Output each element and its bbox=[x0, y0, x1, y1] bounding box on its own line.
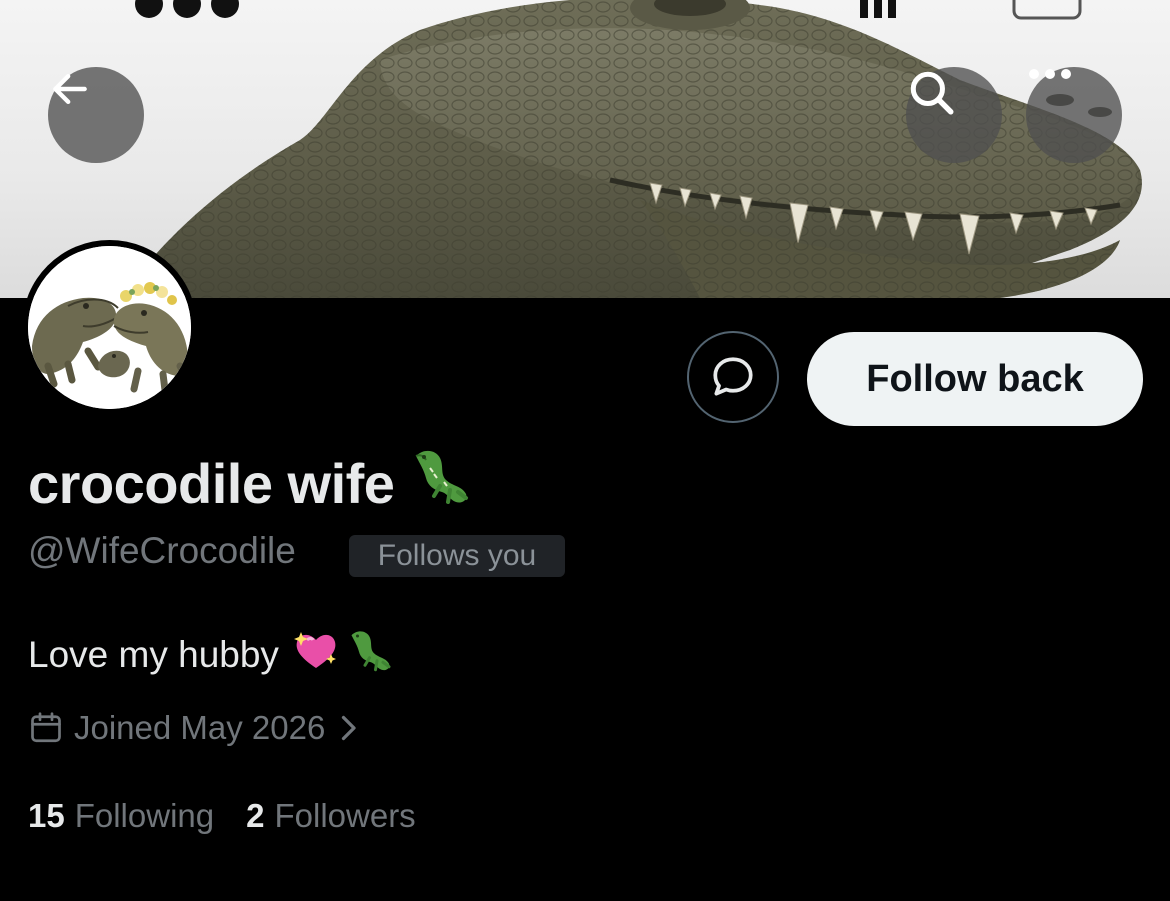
cellular-signal-icon bbox=[860, 0, 896, 18]
sparkling-heart-emoji-icon bbox=[293, 628, 339, 683]
arrow-left-icon bbox=[53, 73, 87, 105]
profile-banner[interactable] bbox=[0, 0, 1170, 298]
message-button[interactable] bbox=[687, 331, 779, 423]
crocodile-banner-image bbox=[120, 0, 1142, 298]
joined-text: Joined May 2026 bbox=[74, 709, 326, 746]
followers-count: 2 bbox=[246, 797, 265, 834]
profile-bio: Love my hubby bbox=[28, 630, 395, 680]
battery-icon bbox=[1012, 0, 1082, 20]
status-bar-time bbox=[135, 0, 239, 18]
profile-avatar[interactable] bbox=[22, 240, 197, 415]
more-options-button[interactable] bbox=[1026, 67, 1122, 163]
followers-label: Followers bbox=[274, 797, 416, 834]
display-name-text: crocodile wife bbox=[28, 451, 395, 515]
display-name: crocodile wife bbox=[28, 448, 474, 518]
more-horizontal-icon bbox=[1029, 69, 1071, 79]
follow-back-button[interactable]: Follow back bbox=[807, 332, 1143, 426]
message-bubble-icon bbox=[713, 357, 753, 396]
crocodile-emoji-icon bbox=[347, 627, 395, 684]
back-button[interactable] bbox=[48, 67, 144, 163]
avatar-image bbox=[28, 246, 191, 409]
crocodile-emoji-icon bbox=[410, 446, 474, 521]
chevron-right-icon bbox=[337, 713, 359, 743]
followers-link[interactable]: 2 Followers bbox=[246, 797, 416, 835]
search-icon bbox=[910, 71, 954, 115]
following-label: Following bbox=[74, 797, 215, 834]
follow-stats: 15 Following 2 Followers bbox=[28, 794, 416, 838]
joined-date[interactable]: Joined May 2026 bbox=[28, 706, 359, 750]
calendar-icon bbox=[28, 710, 64, 746]
search-button[interactable] bbox=[906, 67, 1002, 163]
crocodile-couple-avatar bbox=[28, 246, 191, 409]
follows-you-badge: Follows you bbox=[349, 535, 565, 577]
following-link[interactable]: 15 Following bbox=[28, 797, 214, 835]
user-handle: @WifeCrocodile bbox=[28, 530, 296, 571]
bio-text: Love my hubby bbox=[28, 634, 279, 675]
following-count: 15 bbox=[28, 797, 65, 834]
